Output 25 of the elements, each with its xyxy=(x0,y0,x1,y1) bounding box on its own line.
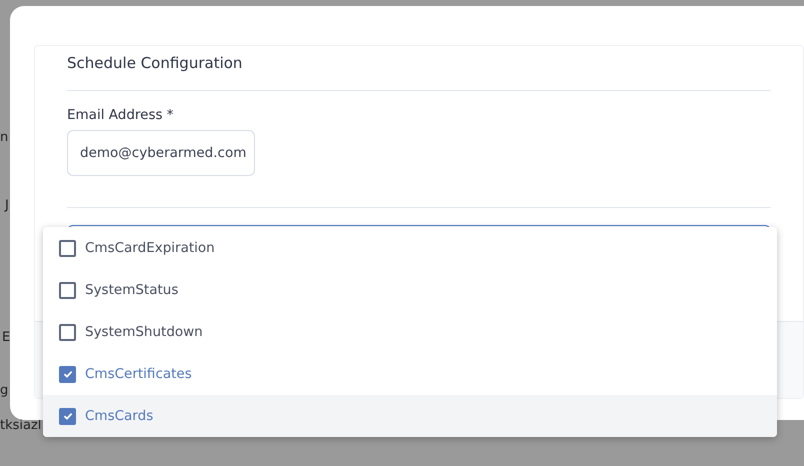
section-title: Schedule Configuration xyxy=(67,53,244,74)
option-label: CmsCards xyxy=(85,408,154,424)
dropdown-option[interactable]: SystemStatus xyxy=(43,269,777,311)
table-cell: tksiazl xyxy=(0,418,42,433)
dropdown-option[interactable]: CmsCardExpiration xyxy=(43,227,777,269)
table-cell: g xyxy=(0,383,8,398)
table-cell: J xyxy=(5,198,9,213)
option-label: CmsCardExpiration xyxy=(85,240,215,256)
checkbox[interactable] xyxy=(59,240,76,256)
dropdown-option[interactable]: SystemShutdown xyxy=(43,311,777,353)
table-cell: n xyxy=(0,130,8,145)
option-label: SystemStatus xyxy=(85,282,178,298)
checkbox[interactable] xyxy=(59,408,76,424)
checkbox[interactable] xyxy=(59,366,76,382)
dropdown-option[interactable]: CmsCards xyxy=(43,395,777,437)
check-icon xyxy=(62,368,74,380)
option-label: CmsCertificates xyxy=(85,366,192,382)
checkbox[interactable] xyxy=(59,324,76,340)
check-icon xyxy=(62,410,74,422)
field-label: Email Address * xyxy=(67,107,175,123)
option-label: SystemShutdown xyxy=(85,324,203,340)
checkbox[interactable] xyxy=(59,282,76,298)
table-cell: E xyxy=(2,330,10,345)
dropdown-option[interactable]: CmsCertificates xyxy=(43,353,777,395)
email-field[interactable]: demo@cyberarmed.com xyxy=(67,130,255,176)
